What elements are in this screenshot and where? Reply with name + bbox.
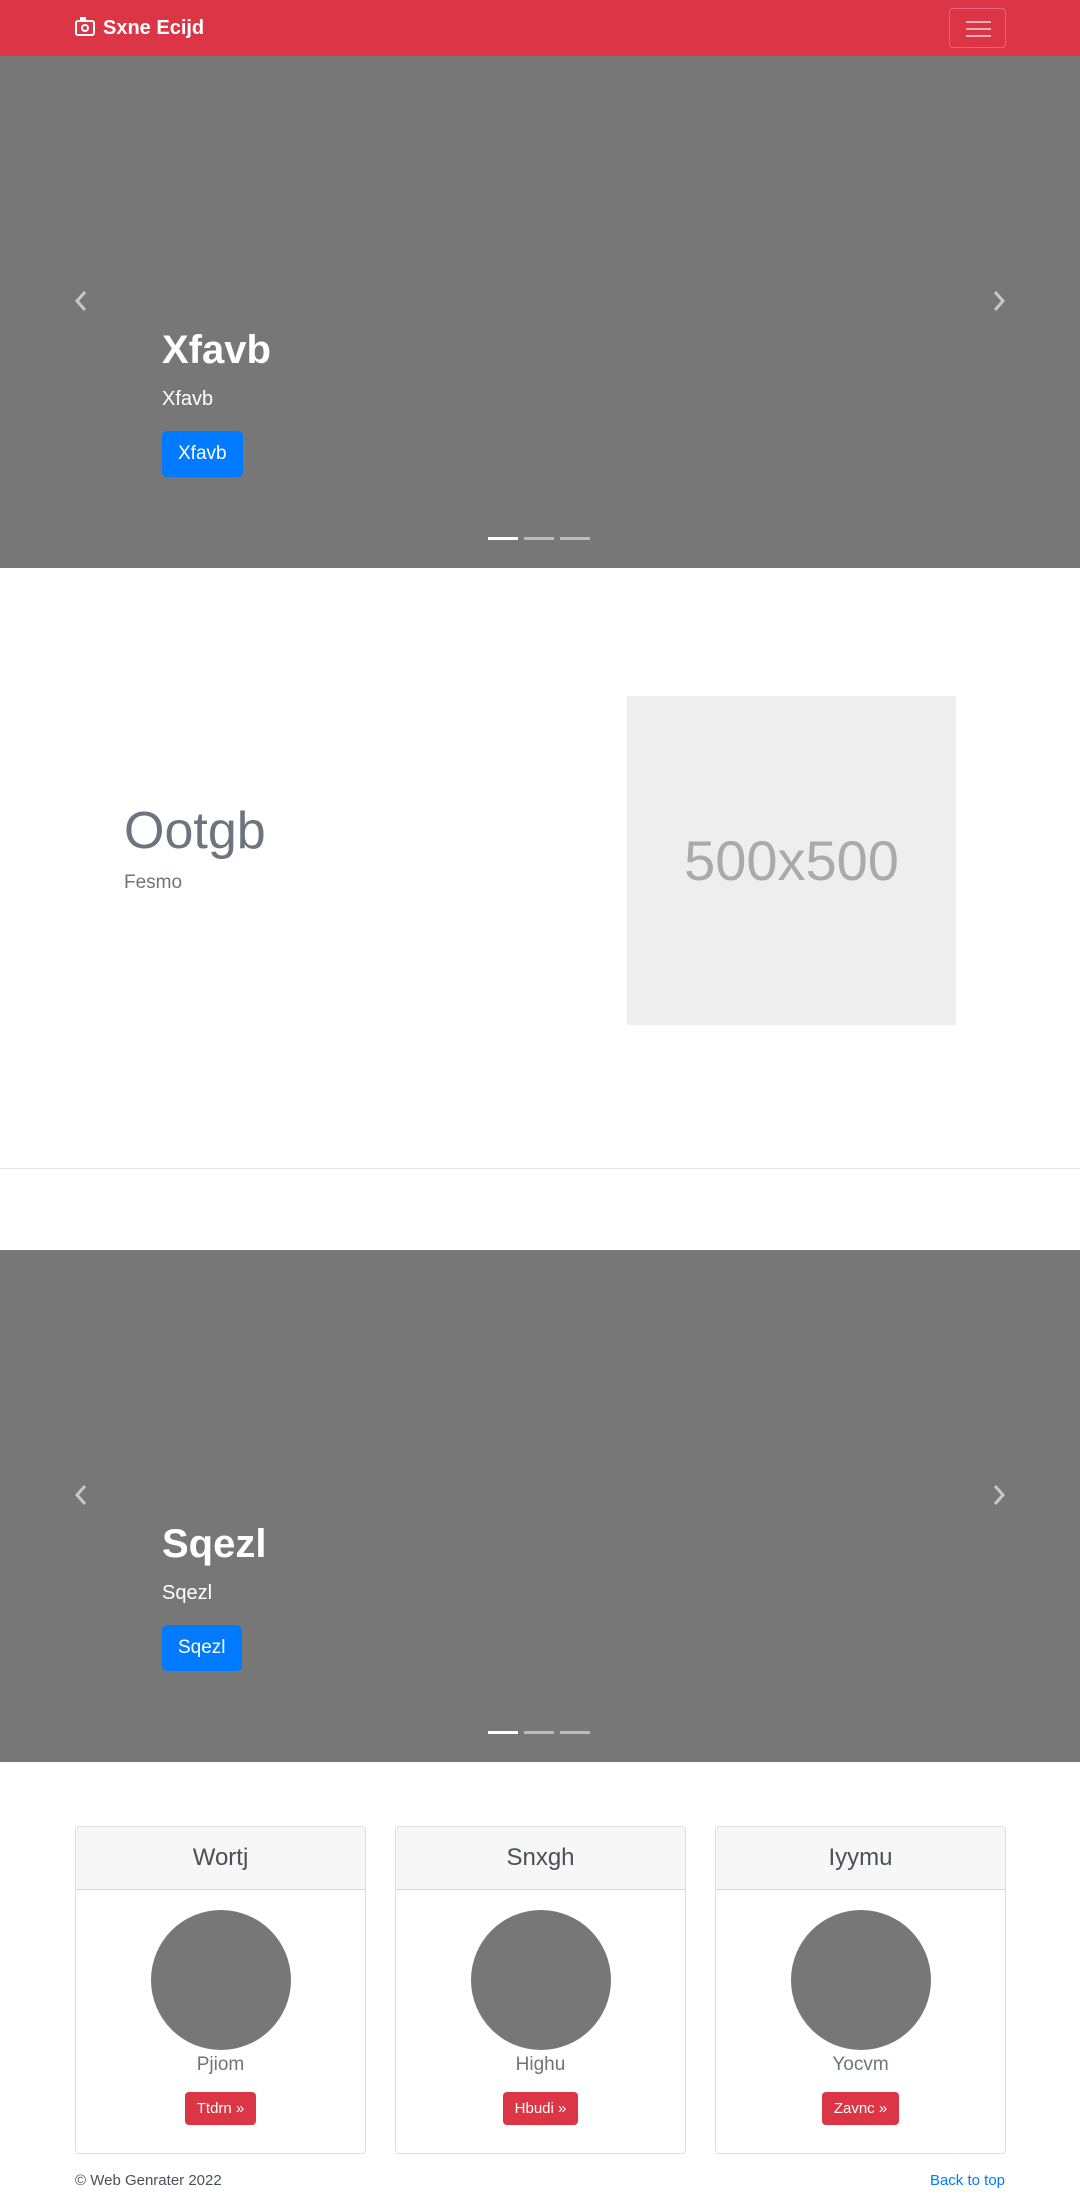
carousel-text: Xfavb <box>162 388 214 410</box>
profile-card: Iyymu Yocvm Zavnc » <box>715 1826 1006 2154</box>
featurette-lead: Fesmo <box>124 872 183 893</box>
placeholder-size-label: 500x500 <box>684 829 899 892</box>
carousel-next-button[interactable] <box>984 286 1014 316</box>
carousel-indicator-3[interactable] <box>560 537 590 540</box>
hamburger-menu-icon <box>966 28 991 30</box>
chevron-left-icon <box>74 1485 87 1505</box>
secondary-carousel: Sqezl Sqezl Sqezl <box>0 1250 1080 1762</box>
hero-carousel: Xfavb Xfavb Xfavb <box>0 56 1080 568</box>
carousel-prev-button[interactable] <box>66 286 96 316</box>
carousel-indicators <box>488 1731 590 1734</box>
card-action-button[interactable]: Zavnc » <box>821 2092 900 2125</box>
carousel-indicator-3[interactable] <box>560 1731 590 1734</box>
profile-card: Wortj Pjiom Ttdrn » <box>75 1826 366 2154</box>
chevron-left-icon <box>74 291 87 311</box>
carousel-cta-button[interactable]: Sqezl <box>162 1625 242 1671</box>
card-action-button[interactable]: Ttdrn » <box>184 2092 257 2125</box>
carousel-text: Sqezl <box>162 1582 213 1604</box>
footer-copyright: © Web Genrater 2022 <box>75 2172 222 2189</box>
carousel-indicator-2[interactable] <box>524 537 554 540</box>
camera-icon <box>75 17 95 36</box>
hamburger-menu-button[interactable] <box>949 8 1006 48</box>
back-to-top-link[interactable]: Back to top <box>930 2172 1005 2189</box>
avatar <box>790 1910 931 2050</box>
carousel-indicator-1[interactable] <box>488 1731 518 1734</box>
hamburger-menu-icon <box>966 35 991 37</box>
chevron-right-icon <box>993 1485 1006 1505</box>
avatar <box>470 1910 611 2050</box>
carousel-prev-button[interactable] <box>66 1480 96 1510</box>
carousel-cta-button[interactable]: Xfavb <box>162 431 243 477</box>
brand-name: Sxne Ecijd <box>103 16 205 39</box>
carousel-indicator-2[interactable] <box>524 1731 554 1734</box>
card-name: Pjiom <box>196 2054 245 2075</box>
card-name: Highu <box>515 2054 566 2075</box>
carousel-caption: Sqezl Sqezl Sqezl <box>162 1520 266 1671</box>
card-title: Wortj <box>76 1827 365 1890</box>
carousel-next-button[interactable] <box>984 1480 1014 1510</box>
featurette-divider <box>0 1168 1080 1169</box>
brand-link[interactable]: Sxne Ecijd <box>75 14 204 42</box>
card-title: Iyymu <box>716 1827 1005 1890</box>
carousel-heading: Xfavb <box>162 328 271 372</box>
card-action-button[interactable]: Hbudi » <box>502 2092 579 2125</box>
card-name: Yocvm <box>832 2054 889 2075</box>
hamburger-menu-icon <box>966 21 991 23</box>
featurette-heading: Ootgb <box>124 802 266 860</box>
featurette-image-placeholder: 500x500 <box>627 696 956 1025</box>
carousel-caption: Xfavb Xfavb Xfavb <box>162 326 271 477</box>
carousel-indicator-1[interactable] <box>488 537 518 540</box>
carousel-indicators <box>488 537 590 540</box>
carousel-heading: Sqezl <box>162 1522 267 1566</box>
avatar <box>150 1910 291 2050</box>
navbar: Sxne Ecijd <box>0 0 1080 56</box>
card-title: Snxgh <box>396 1827 685 1890</box>
profile-card: Snxgh Highu Hbudi » <box>395 1826 686 2154</box>
chevron-right-icon <box>993 291 1006 311</box>
